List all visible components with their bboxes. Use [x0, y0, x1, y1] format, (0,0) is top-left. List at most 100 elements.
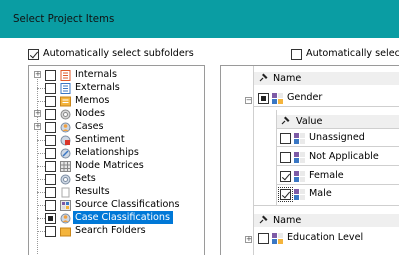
- tree-guide-line: [37, 140, 45, 141]
- tree-item-checkbox[interactable]: [45, 161, 56, 172]
- value-checkbox-not-applicable[interactable]: [280, 152, 291, 163]
- auto-select-checkbox[interactable]: [291, 49, 302, 60]
- memos-folder-icon: [60, 96, 71, 107]
- pin-icon[interactable]: [258, 72, 269, 83]
- tree-item-checkbox[interactable]: [45, 109, 56, 120]
- row-divider: [254, 205, 399, 206]
- tree-guide-line: [37, 153, 45, 154]
- attribute-icon: [272, 93, 283, 104]
- pin-icon[interactable]: [280, 115, 291, 126]
- attribute-value-icon: [294, 189, 305, 200]
- case-classifications-icon: [60, 213, 71, 224]
- tree-guide-line: [37, 88, 45, 89]
- tree-item-checkbox[interactable]: [45, 174, 56, 185]
- cases-icon: [60, 122, 71, 133]
- attributes-grid[interactable]: Name − Gender Value Unassigned Not Appli…: [220, 65, 399, 255]
- name-header-label: Name: [273, 215, 302, 226]
- value-label-unassigned: Unassigned: [309, 132, 365, 143]
- tree-item-nodes[interactable]: + Nodes: [29, 108, 204, 120]
- tree-item-sentiment[interactable]: Sentiment: [29, 134, 204, 146]
- value-checkbox-male[interactable]: [280, 189, 291, 200]
- tree-item-label: Sets: [75, 173, 96, 184]
- source-classifications-icon: [60, 200, 71, 211]
- tree-item-memos[interactable]: Memos: [29, 95, 204, 107]
- tree-item-checkbox[interactable]: [45, 187, 56, 198]
- tree-item-search-folders[interactable]: Search Folders: [29, 225, 204, 237]
- attribute-value-icon: [294, 171, 305, 182]
- expand-icon[interactable]: +: [34, 110, 41, 117]
- tree-item-checkbox[interactable]: [45, 70, 56, 81]
- value-checkbox-female[interactable]: [280, 171, 291, 182]
- tree-item-cases[interactable]: + Cases: [29, 121, 204, 133]
- tree-item-checkbox[interactable]: [45, 83, 56, 94]
- expand-icon[interactable]: +: [34, 123, 41, 130]
- attribute-value-icon: [294, 133, 305, 144]
- attribute-icon: [272, 233, 283, 244]
- node-matrices-icon: [60, 161, 71, 172]
- tree-item-checkbox[interactable]: [45, 96, 56, 107]
- value-label-not-applicable: Not Applicable: [309, 151, 379, 162]
- tree-item-case-classifications[interactable]: Case Classifications: [29, 211, 204, 224]
- tree-guide-line: [37, 231, 45, 232]
- value-checkbox-unassigned[interactable]: [280, 133, 291, 144]
- project-items-tree[interactable]: + Internals Externals Memos + Nodes + Ca…: [28, 65, 205, 255]
- pin-icon[interactable]: [258, 214, 269, 225]
- select-project-items-dialog: Select Project Items Automatically selec…: [0, 0, 399, 255]
- tree-guide-line: [37, 166, 45, 167]
- tree-item-sets[interactable]: Sets: [29, 173, 204, 185]
- tree-item-checkbox[interactable]: [45, 226, 56, 237]
- relationships-icon: [60, 148, 71, 159]
- attribute-checkbox[interactable]: [258, 93, 269, 104]
- tree-item-checkbox[interactable]: [45, 122, 56, 133]
- tree-guide-line: [37, 101, 45, 102]
- auto-select-label: Automatically select: [306, 48, 399, 59]
- value-label-male: Male: [309, 188, 332, 199]
- name-header-label: Name: [273, 73, 302, 84]
- search-folders-icon: [60, 226, 71, 237]
- tree-item-results[interactable]: Results: [29, 186, 204, 198]
- row-divider: [277, 146, 399, 147]
- tree-guide-line: [37, 218, 45, 219]
- tree-item-label: Source Classifications: [75, 199, 180, 210]
- tree-item-checkbox[interactable]: [45, 148, 56, 159]
- attribute-name-gender: Gender: [287, 92, 323, 103]
- tree-item-relationships[interactable]: Relationships: [29, 147, 204, 159]
- nodes-icon: [60, 109, 71, 120]
- tree-item-label: Externals: [75, 82, 120, 93]
- tree-item-label: Case Classifications: [75, 212, 171, 223]
- tree-item-label: Search Folders: [75, 225, 146, 236]
- tree-item-source-classifications[interactable]: Source Classifications: [29, 199, 204, 211]
- tree-guide-line: [37, 179, 45, 180]
- tree-item-label: Results: [75, 186, 110, 197]
- attribute-checkbox[interactable]: [258, 233, 269, 244]
- row-divider: [254, 106, 399, 107]
- expand-icon[interactable]: +: [245, 236, 252, 243]
- tree-item-node-matrices[interactable]: Node Matrices: [29, 160, 204, 172]
- internals-folder-icon: [60, 70, 71, 81]
- tree-item-label: Node Matrices: [75, 160, 144, 171]
- row-divider: [277, 165, 399, 166]
- auto-select-subfolders-checkbox[interactable]: [28, 49, 39, 60]
- tree-item-label: Cases: [75, 121, 104, 132]
- attribute-name-education-level: Education Level: [287, 232, 364, 243]
- sentiment-icon: [60, 135, 71, 146]
- row-divider: [277, 184, 399, 185]
- tree-item-label: Relationships: [75, 147, 139, 158]
- row-divider: [277, 128, 399, 129]
- sets-icon: [60, 174, 71, 185]
- tree-item-checkbox[interactable]: [45, 213, 56, 224]
- auto-select-subfolders-label: Automatically select subfolders: [43, 48, 194, 59]
- tree-item-checkbox[interactable]: [45, 200, 56, 211]
- expand-icon[interactable]: +: [34, 71, 41, 78]
- tree-item-externals[interactable]: Externals: [29, 82, 204, 94]
- value-label-female: Female: [309, 170, 344, 181]
- tree-item-label: Internals: [75, 69, 117, 80]
- tree-guide-line: [37, 205, 45, 206]
- value-header-label: Value: [296, 116, 323, 127]
- collapse-icon[interactable]: −: [245, 97, 252, 104]
- tree-guide-line: [37, 192, 45, 193]
- tree-item-label: Sentiment: [75, 134, 125, 145]
- tree-item-label: Memos: [75, 95, 110, 106]
- tree-item-internals[interactable]: + Internals: [29, 69, 204, 81]
- tree-item-checkbox[interactable]: [45, 135, 56, 146]
